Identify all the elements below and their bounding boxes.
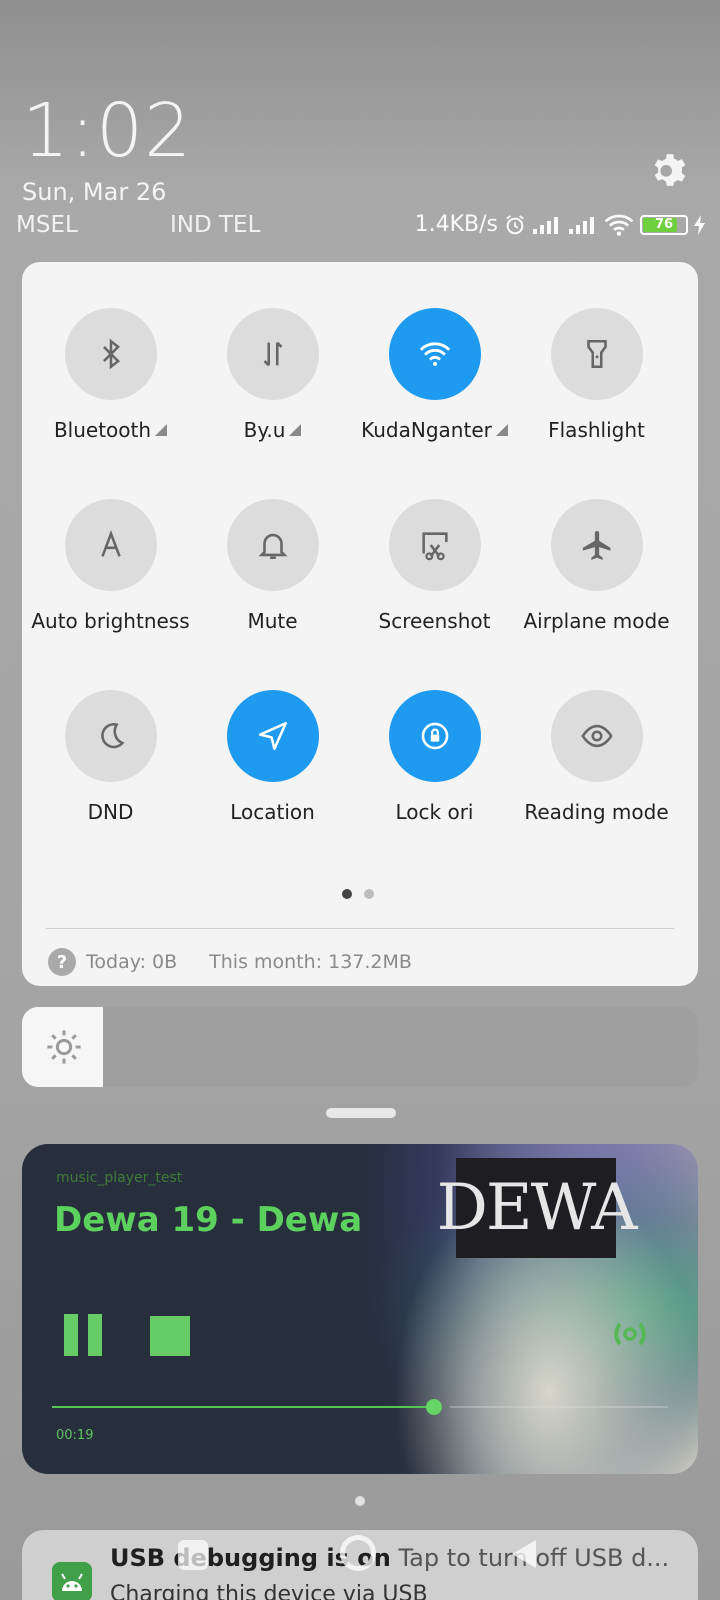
status-icons: 1.4KB/s 76 [415, 212, 706, 237]
notification-line2: Charging this device via USB [110, 1582, 428, 1600]
tile-toggle[interactable] [226, 308, 319, 400]
net-speed: 1.4KB/s [414, 212, 498, 237]
page-indicator [342, 889, 374, 899]
bell-icon [258, 533, 287, 560]
tile-toggle[interactable] [226, 690, 319, 782]
pause-button[interactable] [64, 1314, 104, 1356]
tile-toggle[interactable] [388, 499, 481, 591]
moon-icon [100, 723, 124, 749]
page-dot-2 [364, 889, 374, 899]
auto-brightness-icon [100, 530, 121, 557]
tile-label: DND [87, 800, 134, 824]
data-month: This month: 137.2MB [209, 951, 412, 973]
wifi-icon [419, 342, 450, 366]
tile-toggle[interactable] [64, 308, 157, 400]
tile-lock-ori[interactable]: Lock ori [352, 690, 517, 824]
carrier-2: IND TEL [170, 212, 261, 238]
tile-reading-mode[interactable]: Reading mode [514, 690, 679, 824]
location-icon [258, 721, 287, 751]
tile-label: Bluetooth [28, 418, 193, 442]
data-usage[interactable]: ? Today: 0B This month: 137.2MB [48, 948, 412, 976]
tile-mute[interactable]: Mute [190, 499, 355, 633]
tile-label: KudaNganter [352, 418, 517, 442]
notification-title: USB debugging is on [110, 1544, 391, 1572]
battery-icon: 76 [640, 214, 688, 235]
album-logo: DEWA [437, 1158, 637, 1258]
tile-label: Reading mode [524, 800, 669, 824]
help-icon[interactable]: ? [48, 948, 76, 976]
track-title: Dewa 19 - Dewa [54, 1200, 363, 1240]
stop-button[interactable] [150, 1316, 190, 1356]
tile-airplane-mode[interactable]: Airplane mode [514, 499, 679, 633]
tile-location[interactable]: Location [190, 690, 355, 824]
clock[interactable]: 1:02 [22, 88, 192, 174]
signal-icon-2 [569, 216, 594, 234]
divider [46, 928, 674, 929]
brightness-sun-icon [47, 1030, 81, 1064]
seek-bar-progress[interactable] [52, 1406, 434, 1408]
notification-page-dot [355, 1496, 365, 1506]
tile-label: By.u [190, 418, 355, 442]
tile-bluetooth[interactable]: Bluetooth [28, 308, 193, 442]
tile-label: Location [230, 800, 315, 824]
eye-icon [580, 724, 613, 748]
elapsed-time: 00:19 [56, 1428, 94, 1443]
tile-label: Airplane mode [523, 609, 670, 633]
tile-by-u[interactable]: By.u [190, 308, 355, 442]
tile-toggle[interactable] [226, 499, 319, 591]
media-card[interactable]: DEWA music_player_test Dewa 19 - Dewa 00… [22, 1144, 698, 1474]
tile-kudanganter[interactable]: KudaNganter [352, 308, 517, 442]
data-today: Today: 0B [86, 951, 178, 973]
tile-label: Lock ori [395, 800, 474, 824]
tile-flashlight[interactable]: Flashlight [514, 308, 679, 442]
tile-auto-brightness[interactable]: Auto brightness [28, 499, 193, 633]
tile-dnd[interactable]: DND [28, 690, 193, 824]
quick-settings-panel: Bluetooth By.u KudaNganter Flashlight Auto b… [22, 262, 698, 986]
date[interactable]: Sun, Mar 26 [22, 178, 166, 206]
tile-toggle[interactable] [388, 690, 481, 782]
tile-toggle[interactable] [388, 308, 481, 400]
flashlight-icon [586, 339, 607, 369]
tile-toggle[interactable] [550, 308, 643, 400]
mobile-data-icon [263, 341, 282, 367]
charging-icon [694, 214, 705, 235]
tile-label: Flashlight [548, 418, 645, 442]
usb-debugging-notification[interactable]: USB debugging is on Tap to turn off USB … [22, 1530, 698, 1600]
cast-icon[interactable] [610, 1314, 650, 1354]
expand-indicator-icon[interactable] [289, 424, 302, 436]
notification-body: Tap to turn off USB d... [398, 1544, 670, 1572]
expand-indicator-icon[interactable] [155, 424, 168, 436]
android-icon [52, 1562, 92, 1600]
signal-icon-1 [533, 216, 558, 234]
wifi-status-icon [604, 214, 634, 236]
bluetooth-icon [102, 338, 120, 370]
tile-label: Auto brightness [31, 609, 190, 633]
media-app-name: music_player_test [56, 1170, 183, 1186]
tile-screenshot[interactable]: Screenshot [352, 499, 517, 633]
brightness-slider[interactable] [22, 1007, 698, 1087]
screenshot-icon [421, 532, 448, 561]
rotation-lock-icon [421, 722, 448, 750]
carrier-1: MSEL [16, 212, 78, 238]
drag-handle[interactable] [326, 1108, 396, 1118]
expand-indicator-icon[interactable] [495, 424, 508, 436]
settings-gear-icon[interactable] [650, 150, 690, 190]
tile-toggle[interactable] [64, 499, 157, 591]
airplane-icon [582, 530, 610, 560]
seek-thumb[interactable] [426, 1399, 442, 1415]
seek-bar-remaining[interactable] [450, 1406, 668, 1408]
alarm-icon [506, 214, 524, 234]
page-dot-1 [342, 889, 352, 899]
tile-toggle[interactable] [550, 499, 643, 591]
tile-label: Mute [247, 609, 298, 633]
tile-label: Screenshot [378, 609, 491, 633]
tile-toggle[interactable] [64, 690, 157, 782]
tile-toggle[interactable] [550, 690, 643, 782]
